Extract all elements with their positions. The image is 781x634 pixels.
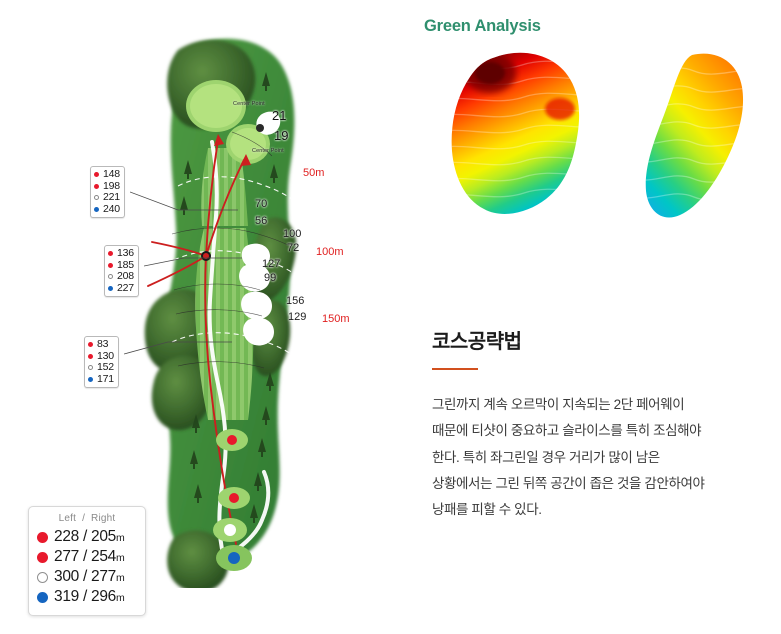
distance-box-upper: 148 198 221 240: [90, 166, 125, 218]
tee-marker-blue-icon: [94, 206, 99, 212]
course-strategy-section: 코스공략법 그린까지 계속 오르막이 지속되는 2단 페어웨이 때문에 티샷이 …: [432, 325, 772, 524]
tee-marker-blue-icon: [108, 285, 113, 291]
bunker-distance-top-4: 156: [286, 295, 305, 307]
bunker-distance-bottom-3: 99: [264, 272, 277, 284]
course-strategy-body: 그린까지 계속 오르막이 지속되는 2단 페어웨이 때문에 티샷이 중요하고 슬…: [432, 392, 772, 524]
hole-aerial-illustration: [144, 38, 303, 588]
distance-box-middle: 136 185 208 227: [104, 245, 139, 297]
tee-marker-red-icon: [88, 353, 93, 359]
tee-marker-white-icon: [88, 365, 93, 371]
green-contour-maps: [410, 50, 781, 250]
distance-value: 221: [103, 191, 120, 203]
distance-value: 148: [103, 168, 120, 180]
legend-header-separator: /: [82, 513, 86, 524]
distance-value: 227: [117, 281, 134, 294]
tee-marker-red-icon: [108, 251, 113, 257]
tee-distance-legend: Left / Right 228 / 205m 277 / 254m 300 /…: [28, 506, 146, 616]
tee-marker-white-icon: [108, 274, 113, 280]
strategy-line: 한다. 특히 좌그린일 경우 거리가 많이 남은: [432, 449, 660, 465]
green-number-19: 19: [274, 128, 289, 143]
tee-marker-red-icon: [94, 183, 99, 189]
tee-marker-red-icon: [108, 262, 113, 268]
distance-row: 148: [94, 168, 120, 181]
distance-value: 136: [117, 247, 134, 259]
green-contour-right: [645, 53, 744, 218]
distance-row: 83: [88, 338, 114, 351]
distance-row: 208: [108, 270, 134, 283]
distance-row: 136: [108, 247, 134, 260]
legend-distance: 300 / 277m: [54, 568, 125, 585]
bunker-distance-bottom-2: 72: [287, 242, 300, 254]
green-contour-left: [451, 52, 580, 214]
bunker-distance-top-1: 70: [255, 198, 268, 210]
page-root: 148 198 221 240 136 185 208 227 83 130 1…: [0, 0, 781, 634]
hole-map-panel: 148 198 221 240 136 185 208 227 83 130 1…: [0, 0, 410, 634]
tee-marker-red-icon: [94, 172, 99, 178]
center-point-label-left: Center Point: [233, 101, 265, 107]
distance-value: 171: [97, 372, 114, 385]
distance-row: 171: [88, 372, 114, 386]
legend-header-right: Right: [91, 513, 116, 524]
arc-label-150m: 150m: [322, 313, 350, 325]
strategy-line: 때문에 티샷이 중요하고 슬라이스를 특히 조심해야: [432, 423, 702, 439]
arc-label-50m: 50m: [303, 167, 325, 179]
legend-distance: 277 / 254m: [54, 548, 125, 565]
bunker-distance-top-2: 100: [283, 228, 302, 240]
distance-value: 208: [117, 270, 134, 282]
legend-row-blue: 319 / 296m: [37, 587, 137, 607]
strategy-line: 그린까지 계속 오르막이 지속되는 2단 페어웨이: [432, 397, 685, 412]
legend-row-white: 300 / 277m: [37, 567, 137, 587]
distance-row: 152: [88, 361, 114, 374]
legend-distance: 228 / 205m: [54, 528, 125, 545]
green-analysis-title: Green Analysis: [424, 17, 541, 35]
tee-marker-blue-icon: [37, 591, 48, 603]
title-divider: [432, 368, 478, 370]
distance-value: 152: [97, 361, 114, 373]
tee-marker-white-icon: [94, 195, 99, 201]
tee-marker-red-icon: [37, 551, 48, 563]
strategy-line: 낭패를 피할 수 있다.: [432, 502, 542, 518]
distance-value: 83: [97, 338, 109, 350]
distance-row: 240: [94, 202, 120, 216]
green-number-21: 21: [272, 108, 287, 123]
tee-marker-red-icon: [88, 342, 93, 348]
distance-row: 221: [94, 191, 120, 204]
arc-label-100m: 100m: [316, 246, 344, 258]
legend-row-red-1: 228 / 205m: [37, 527, 137, 547]
legend-row-red-2: 277 / 254m: [37, 547, 137, 567]
tee-marker-blue-icon: [88, 376, 93, 382]
distance-box-lower: 83 130 152 171: [84, 336, 119, 388]
center-point-label-right: Center Point: [252, 148, 284, 154]
bunker-distance-bottom-4: 129: [288, 311, 307, 323]
tee-legend-header: Left / Right: [37, 513, 137, 524]
bunker-distance-top-3: 127: [262, 258, 281, 270]
right-panel: Green Analysis 코스공략법 그린까지 계속 오르막이 지속되는 2…: [410, 0, 781, 634]
strategy-line: 상황에서는 그린 뒤쪽 공간이 좁은 것을 감안하여야: [432, 475, 705, 491]
legend-header-left: Left: [58, 513, 77, 524]
course-strategy-title: 코스공략법: [432, 331, 522, 353]
bunker-distance-bottom-1: 56: [255, 215, 268, 227]
tee-marker-red-icon: [37, 531, 48, 543]
distance-row: 227: [108, 281, 134, 295]
tee-marker-white-icon: [37, 571, 48, 583]
distance-value: 240: [103, 202, 120, 215]
legend-distance: 319 / 296m: [54, 588, 125, 605]
